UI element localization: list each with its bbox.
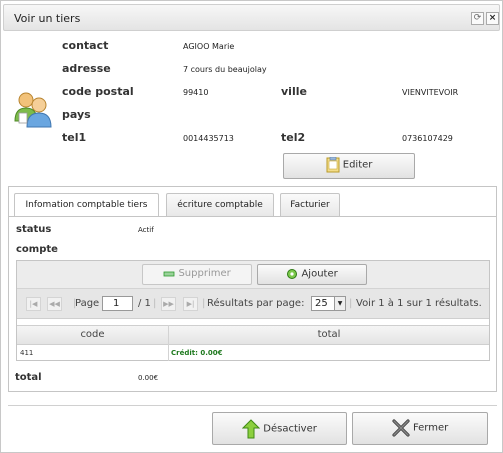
- tel2-label: tel2: [281, 131, 306, 144]
- dialog-titlebar[interactable]: Voir un tiers ⟳ ×: [3, 4, 500, 31]
- minus-icon: [163, 271, 175, 276]
- editer-button[interactable]: Editer: [283, 153, 415, 179]
- page-label: Page: [75, 298, 100, 309]
- total-label: total: [15, 372, 42, 383]
- adresse-label: adresse: [62, 62, 111, 75]
- contact-label: contact: [62, 39, 109, 52]
- row-code: 411: [20, 349, 34, 357]
- adresse-value: 7 cours du beaujolay: [183, 65, 267, 74]
- close-x-icon: [392, 419, 410, 437]
- status-label: status: [16, 224, 52, 235]
- supprimer-button[interactable]: Supprimer: [142, 264, 252, 285]
- tab-panel: Infomation comptable tiers écriture comp…: [8, 186, 497, 392]
- refresh-icon[interactable]: ⟳: [471, 12, 484, 25]
- prev-page-icon[interactable]: ◀◀: [47, 297, 62, 311]
- fermer-label: Fermer: [412, 422, 449, 434]
- footer-divider: [8, 405, 497, 406]
- tab-information-comptable[interactable]: Infomation comptable tiers: [14, 193, 159, 217]
- results-per-page-select[interactable]: 25 ▼: [311, 296, 346, 311]
- supprimer-label: Supprimer: [178, 268, 231, 279]
- column-code[interactable]: code: [17, 326, 168, 344]
- close-icon[interactable]: ×: [486, 12, 499, 25]
- dialog-title: Voir un tiers: [14, 12, 81, 25]
- next-page-icon[interactable]: ▶▶: [161, 297, 176, 311]
- tab-facturier[interactable]: Facturier: [280, 193, 340, 217]
- tel2-value: 0736107429: [402, 134, 453, 143]
- pays-label: pays: [62, 108, 91, 121]
- dialog-voir-un-tiers: Voir un tiers ⟳ × contact AGIOO Marie ad…: [0, 0, 503, 453]
- contact-value: AGIOO Marie: [183, 42, 235, 51]
- editer-label: Editer: [342, 159, 373, 171]
- edit-icon: [326, 157, 340, 173]
- status-value: Actif: [138, 226, 154, 234]
- ville-value: VIENVITEVOIR: [402, 88, 459, 97]
- tab-underline: [9, 216, 496, 217]
- last-page-icon[interactable]: ▶|: [183, 297, 198, 311]
- compte-label: compte: [16, 244, 58, 255]
- desactiver-label: Désactiver: [263, 423, 317, 435]
- arrow-up-green-icon: [242, 419, 261, 439]
- ajouter-button[interactable]: Ajouter: [257, 264, 367, 285]
- code-postal-label: code postal: [62, 85, 134, 98]
- code-postal-value: 99410: [183, 88, 209, 97]
- desactiver-button[interactable]: Désactiver: [212, 412, 347, 445]
- page-input[interactable]: 1: [102, 296, 133, 311]
- column-total[interactable]: total: [169, 326, 489, 344]
- paginator: |◀ ◀◀ | Page 1 / 1 | ▶▶ ▶| | Résultats p…: [17, 289, 489, 319]
- first-page-icon[interactable]: |◀: [26, 297, 41, 311]
- chevron-down-icon: ▼: [334, 297, 345, 310]
- results-per-page-value: 25: [315, 298, 328, 309]
- tel1-value: 0014435713: [183, 134, 234, 143]
- total-value: 0.00€: [138, 374, 159, 382]
- results-per-page-label: Résultats par page:: [207, 298, 305, 309]
- tab-ecriture-comptable[interactable]: écriture comptable: [166, 193, 274, 217]
- ville-label: ville: [281, 85, 307, 98]
- add-gear-icon: [287, 269, 298, 279]
- column-divider: [168, 325, 169, 361]
- compte-grid: Supprimer Ajouter |◀ ◀◀ | Page 1 / 1 | ▶…: [16, 260, 490, 361]
- users-icon: [14, 92, 52, 128]
- row-total: Crédit: 0.00€: [171, 349, 223, 357]
- tel1-label: tel1: [62, 131, 87, 144]
- grid-toolbar: Supprimer Ajouter: [17, 261, 489, 289]
- fermer-button[interactable]: Fermer: [352, 412, 488, 445]
- page-total: / 1: [138, 298, 151, 309]
- results-info: Voir 1 à 1 sur 1 résultats.: [356, 298, 482, 309]
- ajouter-label: Ajouter: [301, 268, 338, 280]
- grid-header: code total: [17, 325, 489, 345]
